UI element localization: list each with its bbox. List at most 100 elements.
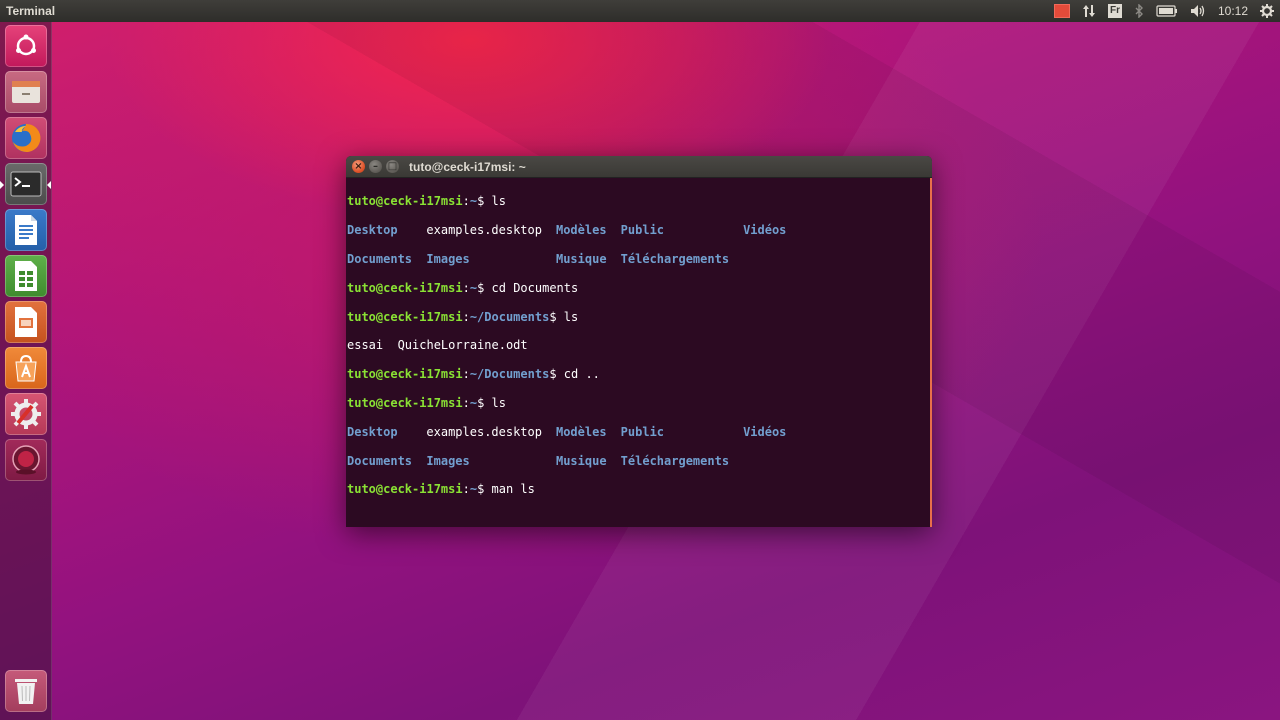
- minimize-button[interactable]: –: [369, 160, 382, 173]
- listing-entry: Musique: [555, 252, 607, 266]
- indicator-area: Fr 10:12: [1048, 0, 1280, 22]
- window-titlebar[interactable]: × – □ tuto@ceck-i17msi: ~: [346, 156, 932, 178]
- prompt-path: ~: [469, 280, 478, 295]
- listing-entry: Vidéos: [743, 223, 787, 238]
- terminal-line: tuto@ceck-i17msi:~/Documents$ ls: [347, 309, 579, 324]
- network-updown-icon: [1082, 5, 1095, 17]
- gear-icon: [1260, 4, 1274, 18]
- bluetooth-icon: [1135, 4, 1143, 18]
- launcher-item-firefox[interactable]: [5, 117, 47, 159]
- launcher-item-recorder[interactable]: [5, 439, 47, 481]
- listing-entry: Images: [426, 453, 470, 468]
- firefox-icon: [12, 123, 41, 152]
- listing-entry: Desktop: [347, 223, 398, 238]
- focused-indicator: [47, 181, 51, 189]
- network-indicator[interactable]: [1076, 0, 1102, 22]
- bluetooth-indicator[interactable]: [1128, 0, 1150, 22]
- keyboard-layout: Fr: [1107, 4, 1122, 18]
- calc-icon: [15, 261, 37, 291]
- listing-row: Desktop examples.desktop Modèles Public Vidé…: [347, 425, 930, 439]
- launcher-item-trash[interactable]: [5, 670, 47, 712]
- prompt-user-host: tuto@ceck-i17msi: [347, 309, 463, 324]
- prompt-user-host: tuto@ceck-i17msi: [347, 280, 463, 295]
- terminal-output[interactable]: tuto@ceck-i17msi:~$ ls Desktop examples.d…: [346, 179, 930, 527]
- launcher-item-files[interactable]: [5, 71, 47, 113]
- session-menu[interactable]: [1254, 0, 1280, 22]
- clock-time: 10:12: [1217, 4, 1248, 18]
- prompt-user-host: tuto@ceck-i17msi: [347, 367, 463, 382]
- impress-icon: [15, 307, 37, 337]
- listing-entry: Téléchargements: [620, 453, 730, 468]
- listing-entry: Public: [620, 424, 665, 439]
- listing-entry: Documents: [347, 453, 413, 468]
- files-icon: [12, 81, 40, 103]
- listing-entry: Modèles: [555, 223, 607, 238]
- prompt-user-host: tuto@ceck-i17msi: [347, 395, 463, 410]
- software-center-icon: [15, 354, 37, 382]
- launcher-item-terminal[interactable]: [5, 163, 47, 205]
- volume-icon: [1190, 5, 1205, 17]
- listing-entry: Vidéos: [743, 424, 787, 439]
- window-title: tuto@ceck-i17msi: ~: [409, 159, 526, 174]
- listing-entry: Téléchargements: [620, 252, 730, 266]
- screen-recorder-indicator[interactable]: [1048, 0, 1076, 22]
- launcher-item-impress[interactable]: [5, 301, 47, 343]
- close-icon: ×: [354, 160, 363, 172]
- prompt-path: ~/Documents: [469, 367, 550, 382]
- listing-entry: QuicheLorraine.odt: [397, 338, 528, 353]
- listing-entry: Musique: [555, 453, 607, 468]
- listing-entry: essai: [347, 338, 384, 353]
- active-app-title: Terminal: [6, 4, 56, 18]
- command-text: cd Documents: [491, 280, 579, 295]
- prompt-path: ~: [469, 482, 478, 497]
- listing-row: Documents Images Musique Téléchargements: [347, 454, 930, 468]
- close-button[interactable]: ×: [352, 160, 365, 173]
- listing-row: Documents Images Musique Téléchargements: [347, 252, 930, 266]
- terminal-line: tuto@ceck-i17msi:~$ ls: [347, 395, 506, 410]
- command-text: ls: [491, 395, 506, 410]
- launcher-item-system-settings[interactable]: [5, 393, 47, 435]
- prompt-path: ~: [469, 194, 478, 209]
- command-text: man ls: [491, 482, 535, 497]
- listing-entry: examples.desktop: [426, 424, 542, 439]
- launcher: [0, 22, 52, 720]
- listing-entry: Modèles: [555, 424, 607, 439]
- sound-indicator[interactable]: [1184, 0, 1212, 22]
- terminal-line: tuto@ceck-i17msi:~$ ls: [347, 194, 506, 209]
- clock[interactable]: 10:12: [1212, 0, 1254, 22]
- terminal-line: tuto@ceck-i17msi:~/Documents$ cd ..: [347, 367, 600, 382]
- listing-entry: Public: [620, 223, 665, 238]
- listing-entry: Images: [426, 252, 470, 266]
- command-text: ls: [563, 309, 579, 324]
- dash-home-icon: [16, 34, 36, 56]
- command-text: ls: [491, 194, 506, 209]
- prompt-path: ~: [469, 395, 478, 410]
- battery-indicator[interactable]: [1150, 0, 1184, 22]
- battery-icon: [1156, 5, 1177, 17]
- recorder-icon: [12, 445, 40, 475]
- listing-entry: Desktop: [347, 424, 398, 439]
- prompt-user-host: tuto@ceck-i17msi: [347, 482, 463, 497]
- writer-icon: [15, 215, 37, 245]
- launcher-item-writer[interactable]: [5, 209, 47, 251]
- maximize-button[interactable]: □: [386, 160, 399, 173]
- record-icon: [1053, 4, 1070, 18]
- command-text: cd ..: [563, 367, 600, 382]
- keyboard-indicator[interactable]: Fr: [1102, 0, 1128, 22]
- terminal-window[interactable]: × – □ tuto@ceck-i17msi: ~ tuto@ceck-i17m…: [346, 156, 932, 527]
- terminal-scrollbar[interactable]: [930, 178, 932, 527]
- active-indicator: [0, 181, 4, 189]
- launcher-item-dash[interactable]: [5, 25, 47, 67]
- maximize-icon: □: [387, 160, 398, 172]
- minimize-icon: –: [373, 160, 378, 172]
- prompt-user-host: tuto@ceck-i17msi: [347, 194, 463, 209]
- prompt-path: ~/Documents: [469, 309, 550, 324]
- launcher-item-calc[interactable]: [5, 255, 47, 297]
- system-settings-icon: [11, 399, 41, 429]
- terminal-line: tuto@ceck-i17msi:~$ cd Documents: [347, 280, 579, 295]
- launcher-item-software-center[interactable]: [5, 347, 47, 389]
- top-panel: Terminal Fr 10:12: [0, 0, 1280, 22]
- terminal-icon: [10, 171, 42, 197]
- trash-icon: [15, 679, 37, 704]
- terminal-line: tuto@ceck-i17msi:~$ man ls: [347, 482, 535, 497]
